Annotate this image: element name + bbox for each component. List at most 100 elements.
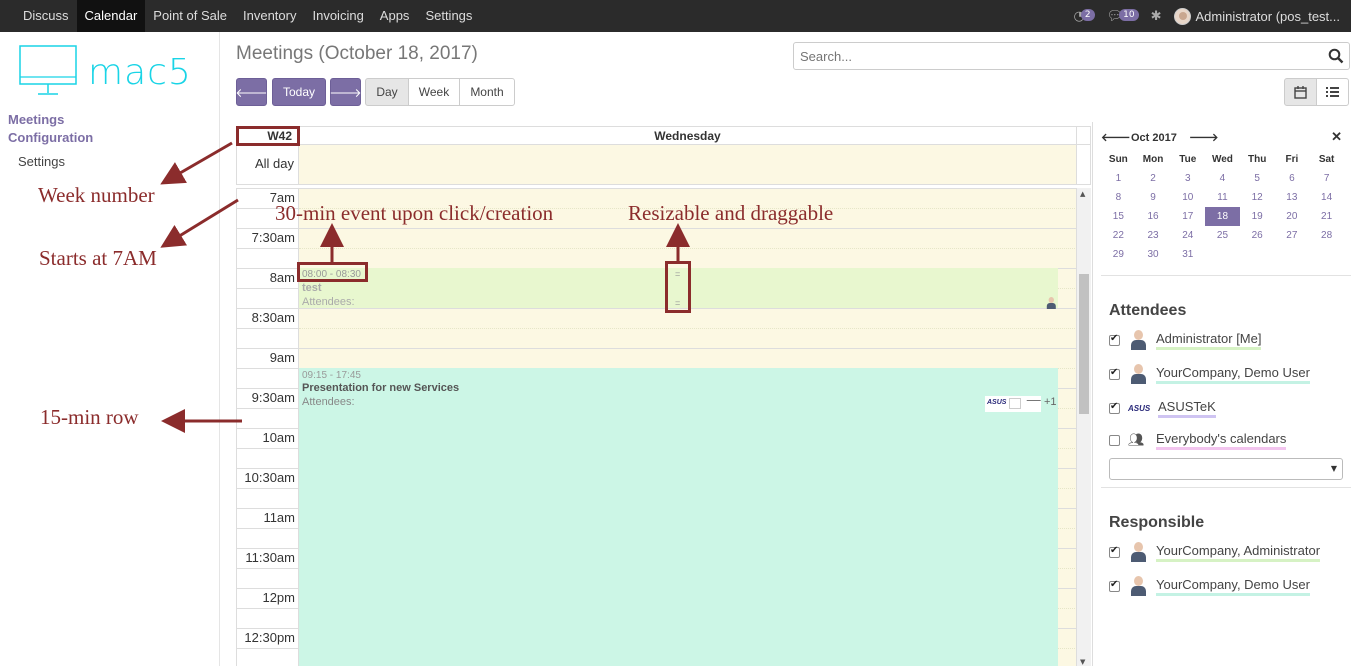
menu-inventory[interactable]: Inventory [235,0,304,32]
mini-calendar-day[interactable]: 19 [1240,207,1275,226]
slot-cell[interactable] [299,358,1077,368]
mini-calendar-day[interactable]: 15 [1101,207,1136,226]
attendees-item[interactable]: ASUS ASUSTeK [1109,397,1216,419]
time-slot[interactable] [237,228,1077,238]
slot-cell[interactable] [299,318,1077,328]
attendees-item[interactable]: Administrator [Me] [1109,329,1262,351]
all-day-cell[interactable] [299,145,1077,184]
month-view-button[interactable]: Month [459,78,515,106]
checkbox[interactable] [1109,579,1120,592]
user-menu[interactable]: Administrator (pos_test... [1173,7,1351,25]
time-slot[interactable] [237,338,1077,348]
debug-menu[interactable]: ✱ [1151,9,1162,24]
prev-month-icon[interactable]: 🡐 [1101,130,1131,144]
mini-calendar-day[interactable]: 29 [1101,245,1136,264]
mini-calendar-day[interactable]: 23 [1136,226,1171,245]
menu-apps[interactable]: Apps [372,0,418,32]
activity-menu[interactable]: ◔2 [1074,8,1095,24]
mini-calendar-day[interactable]: 11 [1205,188,1240,207]
mini-calendar-day[interactable]: 10 [1170,188,1205,207]
next-month-icon[interactable]: 🡒 [1189,130,1219,144]
next-button[interactable]: 🡒 [329,78,362,106]
checkbox[interactable] [1109,333,1120,346]
time-slot[interactable] [237,328,1077,338]
calendar-view-switch[interactable] [1284,78,1317,106]
menu-discuss[interactable]: Discuss [15,0,77,32]
menu-calendar[interactable]: Calendar [76,0,146,32]
mini-calendar-day[interactable]: 22 [1101,226,1136,245]
checkbox[interactable] [1109,434,1120,446]
today-button[interactable]: Today [272,78,326,106]
attendee-select[interactable]: ▼ [1109,458,1343,480]
close-icon[interactable]: ✕ [1331,129,1342,145]
time-slot[interactable] [237,238,1077,248]
slot-cell[interactable] [299,348,1077,358]
time-slot[interactable] [237,248,1077,258]
mini-calendar-day[interactable]: 5 [1240,169,1275,188]
mini-calendar-day[interactable]: 20 [1275,207,1310,226]
slot-cell[interactable] [299,328,1077,338]
checkbox[interactable] [1109,545,1120,558]
event-presentation[interactable]: 09:15 - 17:45 Presentation for new Servi… [299,368,1058,666]
mini-calendar-day[interactable]: 13 [1275,188,1310,207]
mini-calendar-day[interactable]: 18 [1205,207,1240,226]
mini-calendar-day[interactable]: 12 [1240,188,1275,207]
search-input[interactable] [794,43,1314,69]
mini-calendar-day[interactable]: 2 [1136,169,1171,188]
time-slot[interactable] [237,358,1077,368]
search-box[interactable] [793,42,1350,70]
checkbox[interactable] [1109,401,1120,414]
mini-calendar-day[interactable]: 7 [1309,169,1344,188]
previous-button[interactable]: 🡐 [235,78,268,106]
scrollbar-thumb[interactable] [1079,274,1089,414]
mini-calendar-day[interactable]: 14 [1309,188,1344,207]
week-view-button[interactable]: Week [408,78,460,106]
mini-calendar-day[interactable]: 30 [1136,245,1171,264]
mini-calendar-day[interactable]: 24 [1170,226,1205,245]
scroll-up-icon[interactable]: ▲ [1080,190,1085,198]
mini-calendar-day[interactable]: 27 [1275,226,1310,245]
mini-calendar-day[interactable]: 6 [1275,169,1310,188]
time-slot[interactable] [237,308,1077,318]
slot-cell[interactable] [299,238,1077,248]
mini-calendar-day[interactable]: 17 [1170,207,1205,226]
attendees-item[interactable]: YourCompany, Demo User [1109,363,1310,385]
time-slot[interactable] [237,188,1077,198]
mini-calendar-day[interactable]: 8 [1101,188,1136,207]
mini-calendar-day[interactable]: 21 [1309,207,1344,226]
time-slot[interactable] [237,318,1077,328]
scroll-down-icon[interactable]: ▼ [1080,658,1085,666]
time-slot[interactable] [237,348,1077,358]
mini-calendar-day[interactable]: 1 [1101,169,1136,188]
menu-invoicing[interactable]: Invoicing [304,0,371,32]
list-view-switch[interactable] [1316,78,1349,106]
sidebar-item-settings[interactable]: Settings [18,154,65,169]
mini-calendar-day[interactable]: 26 [1240,226,1275,245]
mini-calendar-day[interactable]: 3 [1170,169,1205,188]
mini-calendar-day[interactable]: 16 [1136,207,1171,226]
mini-calendar-day[interactable]: 31 [1170,245,1205,264]
sidebar-item-meetings[interactable]: Meetings [8,112,64,127]
slot-cell[interactable] [299,338,1077,348]
time-label: 9am [269,350,295,365]
day-view-button[interactable]: Day [365,78,409,106]
menu-settings[interactable]: Settings [417,0,480,32]
annotation-starts: Starts at 7AM [39,246,157,270]
slot-cell[interactable] [299,248,1077,258]
responsible-item[interactable]: YourCompany, Demo User [1109,575,1310,597]
mini-calendar-day[interactable]: 28 [1309,226,1344,245]
search-icon[interactable] [1328,48,1344,64]
mini-calendar-day[interactable]: 4 [1205,169,1240,188]
checkbox[interactable] [1109,367,1120,380]
mini-calendar-day[interactable]: 9 [1136,188,1171,207]
slot-cell[interactable] [299,228,1077,238]
divider [1101,487,1351,488]
menu-point-of-sale[interactable]: Point of Sale [145,0,235,32]
scrollbar[interactable]: ▲ ▼ [1076,188,1091,666]
messages-menu[interactable]: 💬︎10 [1107,8,1139,24]
attendees-item[interactable]: 👥︎ Everybody's calendars [1109,429,1287,451]
slot-cell[interactable] [299,188,1077,198]
mini-calendar-day[interactable]: 25 [1205,226,1240,245]
responsible-item[interactable]: YourCompany, Administrator [1109,541,1321,563]
sidebar-item-configuration[interactable]: Configuration [8,130,93,145]
